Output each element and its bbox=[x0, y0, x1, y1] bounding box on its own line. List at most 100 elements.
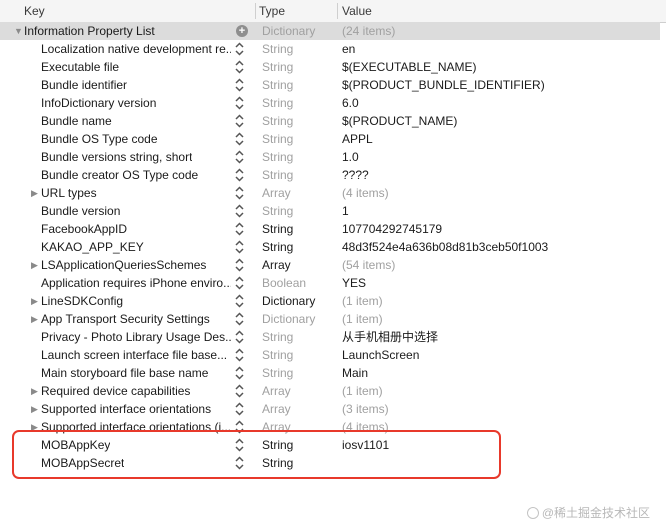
row-type[interactable]: String bbox=[262, 76, 293, 94]
row-key[interactable]: URL types bbox=[41, 184, 97, 202]
type-stepper-icon[interactable] bbox=[235, 150, 244, 164]
row-value[interactable]: 1 bbox=[342, 202, 349, 220]
row-key[interactable]: InfoDictionary version bbox=[41, 94, 156, 112]
plist-row[interactable]: Bundle version String 1 bbox=[0, 202, 660, 220]
row-type[interactable]: String bbox=[262, 148, 293, 166]
type-stepper-icon[interactable] bbox=[235, 168, 244, 182]
add-item-icon[interactable]: + bbox=[236, 25, 248, 37]
row-key[interactable]: Information Property List bbox=[24, 22, 155, 40]
type-stepper-icon[interactable] bbox=[235, 132, 244, 146]
plist-row[interactable]: Bundle versions string, short String 1.0 bbox=[0, 148, 660, 166]
disclosure-collapsed-icon[interactable]: ▶ bbox=[31, 310, 41, 328]
plist-row[interactable]: ▶ LineSDKConfig Dictionary (1 item) bbox=[0, 292, 660, 310]
row-type[interactable]: Array bbox=[262, 382, 291, 400]
row-value[interactable]: (4 items) bbox=[342, 184, 389, 202]
row-type[interactable]: String bbox=[262, 130, 293, 148]
column-header-key[interactable]: Key bbox=[24, 0, 45, 22]
type-stepper-icon[interactable] bbox=[235, 366, 244, 380]
row-key[interactable]: Localization native development re... bbox=[41, 40, 231, 58]
row-type[interactable]: String bbox=[262, 202, 293, 220]
row-value[interactable]: en bbox=[342, 40, 355, 58]
plist-row[interactable]: ▶ Required device capabilities Array (1 ite… bbox=[0, 382, 660, 400]
row-type[interactable]: Array bbox=[262, 400, 291, 418]
row-value[interactable]: 1.0 bbox=[342, 148, 359, 166]
row-key[interactable]: Supported interface orientations bbox=[41, 400, 211, 418]
row-key[interactable]: App Transport Security Settings bbox=[41, 310, 210, 328]
row-key[interactable]: Bundle identifier bbox=[41, 76, 127, 94]
row-value[interactable]: (54 items) bbox=[342, 256, 395, 274]
row-value[interactable]: $(PRODUCT_NAME) bbox=[342, 112, 457, 130]
plist-row[interactable]: Launch screen interface file base... Stri… bbox=[0, 346, 660, 364]
row-key[interactable]: Executable file bbox=[41, 58, 119, 76]
row-type[interactable]: Dictionary bbox=[262, 22, 315, 40]
row-value[interactable]: YES bbox=[342, 274, 366, 292]
row-value[interactable]: $(EXECUTABLE_NAME) bbox=[342, 58, 476, 76]
type-stepper-icon[interactable] bbox=[235, 402, 244, 416]
type-stepper-icon[interactable] bbox=[235, 42, 244, 56]
row-value[interactable]: 107704292745179 bbox=[342, 220, 442, 238]
row-type[interactable]: Array bbox=[262, 184, 291, 202]
column-header-type[interactable]: Type bbox=[259, 0, 285, 22]
row-value[interactable]: ???? bbox=[342, 166, 369, 184]
row-value[interactable]: $(PRODUCT_BUNDLE_IDENTIFIER) bbox=[342, 76, 545, 94]
disclosure-collapsed-icon[interactable]: ▶ bbox=[31, 382, 41, 400]
row-value[interactable]: 从手机相册中选择 bbox=[342, 328, 438, 346]
disclosure-collapsed-icon[interactable]: ▶ bbox=[31, 292, 41, 310]
row-key[interactable]: KAKAO_APP_KEY bbox=[41, 238, 144, 256]
type-stepper-icon[interactable] bbox=[235, 384, 244, 398]
row-type[interactable]: String bbox=[262, 112, 293, 130]
row-type[interactable]: Dictionary bbox=[262, 292, 315, 310]
row-key[interactable]: Bundle OS Type code bbox=[41, 130, 158, 148]
type-stepper-icon[interactable] bbox=[235, 312, 244, 326]
row-type[interactable]: String bbox=[262, 328, 293, 346]
plist-row[interactable]: Main storyboard file base name String Main bbox=[0, 364, 660, 382]
row-key[interactable]: LSApplicationQueriesSchemes bbox=[41, 256, 206, 274]
plist-row[interactable]: FacebookAppID String 107704292745179 bbox=[0, 220, 660, 238]
row-key[interactable]: Main storyboard file base name bbox=[41, 364, 208, 382]
plist-row[interactable]: KAKAO_APP_KEY String 48d3f524e4a636b08d81b… bbox=[0, 238, 660, 256]
type-stepper-icon[interactable] bbox=[235, 222, 244, 236]
plist-row[interactable]: ▶ App Transport Security Settings Dictiona… bbox=[0, 310, 660, 328]
row-type[interactable]: String bbox=[262, 364, 293, 382]
row-value[interactable]: (1 item) bbox=[342, 382, 383, 400]
row-value[interactable]: 48d3f524e4a636b08d81b3ceb50f1003 bbox=[342, 238, 548, 256]
row-type[interactable]: String bbox=[262, 58, 293, 76]
type-stepper-icon[interactable] bbox=[235, 348, 244, 362]
column-header-value[interactable]: Value bbox=[342, 0, 372, 22]
type-stepper-icon[interactable] bbox=[235, 276, 244, 290]
column-divider[interactable] bbox=[255, 3, 256, 19]
disclosure-collapsed-icon[interactable]: ▶ bbox=[31, 400, 41, 418]
row-type[interactable]: Array bbox=[262, 256, 291, 274]
type-stepper-icon[interactable] bbox=[235, 78, 244, 92]
column-divider[interactable] bbox=[337, 3, 338, 19]
type-stepper-icon[interactable] bbox=[235, 294, 244, 308]
plist-row[interactable]: Bundle identifier String $(PRODUCT_BUNDLE_… bbox=[0, 76, 660, 94]
row-type[interactable]: String bbox=[262, 220, 293, 238]
row-key[interactable]: Bundle versions string, short bbox=[41, 148, 192, 166]
row-key[interactable]: LineSDKConfig bbox=[41, 292, 123, 310]
row-value[interactable]: (1 item) bbox=[342, 292, 383, 310]
type-stepper-icon[interactable] bbox=[235, 258, 244, 272]
type-stepper-icon[interactable] bbox=[235, 96, 244, 110]
disclosure-collapsed-icon[interactable]: ▶ bbox=[31, 184, 41, 202]
row-key[interactable]: Bundle creator OS Type code bbox=[41, 166, 198, 184]
plist-row[interactable]: ▶ Supported interface orientations Array (3… bbox=[0, 400, 660, 418]
row-type[interactable]: Dictionary bbox=[262, 310, 315, 328]
row-value[interactable]: Main bbox=[342, 364, 368, 382]
disclosure-collapsed-icon[interactable]: ▶ bbox=[31, 256, 41, 274]
row-key[interactable]: Application requires iPhone enviro... bbox=[41, 274, 231, 292]
plist-row[interactable]: Bundle name String $(PRODUCT_NAME) bbox=[0, 112, 660, 130]
plist-row[interactable]: Application requires iPhone enviro... Boo… bbox=[0, 274, 660, 292]
plist-row[interactable]: Executable file String $(EXECUTABLE_NAME) bbox=[0, 58, 660, 76]
row-key[interactable]: Privacy - Photo Library Usage Des... bbox=[41, 328, 231, 346]
plist-row[interactable]: Bundle creator OS Type code String???? bbox=[0, 166, 660, 184]
row-value[interactable]: 6.0 bbox=[342, 94, 359, 112]
type-stepper-icon[interactable] bbox=[235, 204, 244, 218]
type-stepper-icon[interactable] bbox=[235, 330, 244, 344]
type-stepper-icon[interactable] bbox=[235, 186, 244, 200]
row-type[interactable]: String bbox=[262, 346, 293, 364]
row-type[interactable]: String bbox=[262, 40, 293, 58]
plist-row[interactable]: ▶ LSApplicationQueriesSchemes Array (54 ite… bbox=[0, 256, 660, 274]
row-key[interactable]: Launch screen interface file base... bbox=[41, 346, 227, 364]
type-stepper-icon[interactable] bbox=[235, 114, 244, 128]
